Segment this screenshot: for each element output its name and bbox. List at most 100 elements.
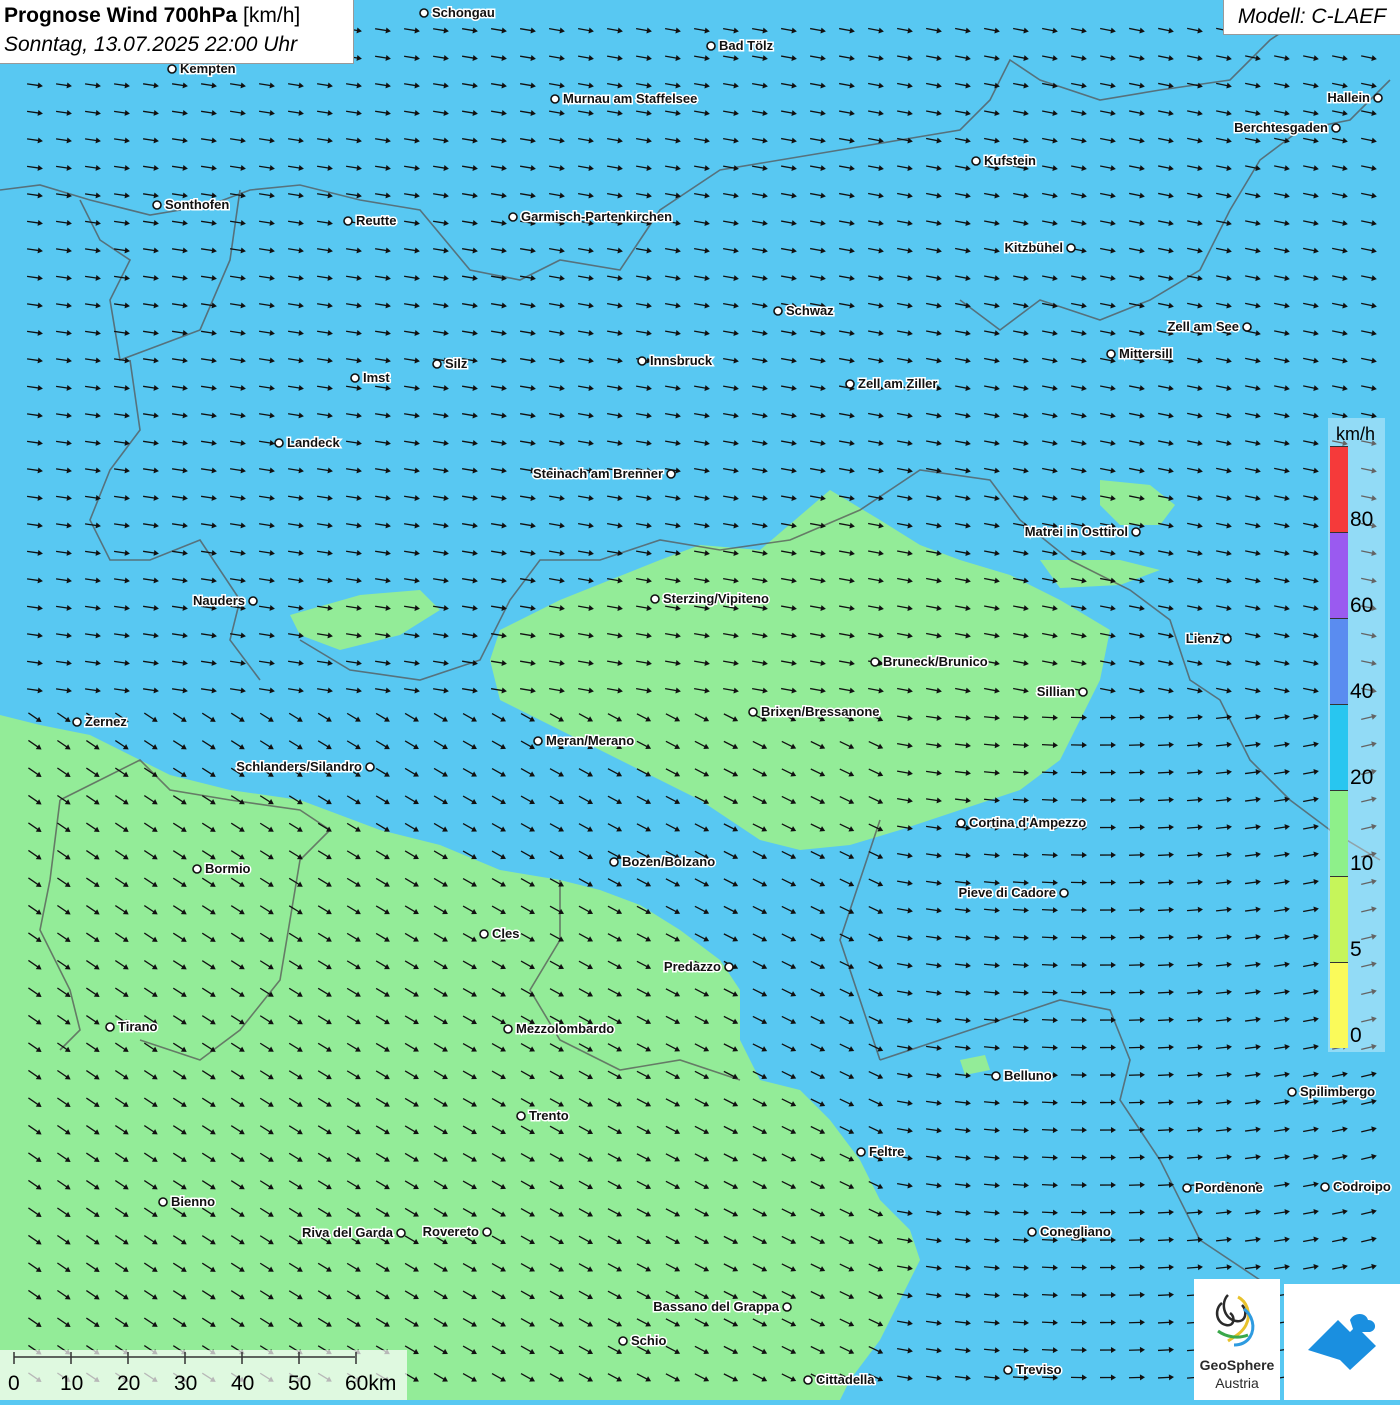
map-title: Prognose Wind 700hPa [km/h] — [4, 4, 300, 28]
city-marker — [651, 595, 659, 603]
city-marker — [397, 1229, 405, 1237]
city-label: Pieve di Cadore — [958, 885, 1056, 900]
city-label: Schio — [631, 1333, 666, 1348]
city-marker — [551, 95, 559, 103]
city-conegliano: Conegliano — [1028, 1224, 1111, 1239]
city-marker — [846, 380, 854, 388]
mountain-cloud-icon — [1284, 1284, 1400, 1400]
city-marker — [1243, 323, 1251, 331]
city-label: Bruneck/Brunico — [883, 654, 988, 669]
model-label: Modell: C-LAEF — [1223, 0, 1400, 35]
city-label: Belluno — [1004, 1068, 1052, 1083]
city-label: Zernez — [85, 714, 127, 729]
city-marker — [534, 737, 542, 745]
city-label: Feltre — [869, 1144, 904, 1159]
legend-tick-label: 60 — [1350, 594, 1373, 618]
legend-tick-label: 5 — [1350, 938, 1362, 962]
city-berchtesgaden: Berchtesgaden — [1234, 120, 1340, 135]
legend-band — [1330, 962, 1348, 1048]
city-marker — [275, 439, 283, 447]
city-marker — [667, 470, 675, 478]
city-label: Meran/Merano — [546, 733, 634, 748]
city-label: Bad Tölz — [719, 38, 774, 53]
city-schlanders-silandro: Schlanders/Silandro — [236, 759, 374, 774]
city-bruneck-brunico: Bruneck/Brunico — [871, 654, 988, 669]
legend-tick-label: 10 — [1350, 852, 1373, 876]
city-zell-am-see: Zell am See — [1167, 319, 1251, 334]
city-marker — [972, 157, 980, 165]
city-marker — [749, 708, 757, 716]
weather-app-logo — [1284, 1284, 1400, 1400]
legend-band — [1330, 876, 1348, 962]
wind-map: SchongauKemptenBad TölzMurnau am Staffel… — [0, 0, 1400, 1400]
city-marker — [957, 819, 965, 827]
city-label: Trento — [529, 1108, 569, 1123]
city-label: Silz — [445, 356, 468, 371]
city-marker — [1332, 124, 1340, 132]
city-marker — [725, 963, 733, 971]
city-marker — [1374, 94, 1382, 102]
city-label: Cittadella — [816, 1372, 875, 1387]
city-label: Lienz — [1186, 631, 1220, 646]
scale-label: 20 — [117, 1372, 140, 1396]
city-label: Codroipo — [1333, 1179, 1391, 1194]
city-schongau: Schongau — [420, 5, 495, 20]
city-marker — [871, 658, 879, 666]
city-garmisch-partenkirchen: Garmisch-Partenkirchen — [509, 209, 672, 224]
city-marker — [1288, 1088, 1296, 1096]
city-marker — [1223, 635, 1231, 643]
geosphere-logo-line1: GeoSphere — [1194, 1357, 1280, 1373]
city-label: Bassano del Grappa — [653, 1299, 779, 1314]
forecast-datetime: Sonntag, 13.07.2025 22:00 Uhr — [4, 33, 297, 57]
city-marker — [517, 1112, 525, 1120]
city-riva-del-garda: Riva del Garda — [302, 1225, 405, 1240]
city-marker — [857, 1148, 865, 1156]
city-label: Berchtesgaden — [1234, 120, 1328, 135]
city-label: Kufstein — [984, 153, 1036, 168]
scale-label: 40 — [231, 1372, 254, 1396]
city-marker — [1004, 1366, 1012, 1374]
city-marker — [366, 763, 374, 771]
city-meran-merano: Meran/Merano — [534, 733, 634, 748]
city-marker — [1079, 688, 1087, 696]
city-pordenone: Pordenone — [1183, 1180, 1263, 1195]
city-marker — [483, 1228, 491, 1236]
legend-unit: km/h — [1336, 424, 1375, 445]
city-label: Spilimbergo — [1300, 1084, 1375, 1099]
city-marker — [249, 597, 257, 605]
city-marker — [168, 65, 176, 73]
city-label: Conegliano — [1040, 1224, 1111, 1239]
city-label: Bienno — [171, 1194, 215, 1209]
city-marker — [1183, 1184, 1191, 1192]
city-label: Imst — [363, 370, 390, 385]
city-label: Matrei in Osttirol — [1025, 524, 1128, 539]
city-pieve-di-cadore: Pieve di Cadore — [958, 885, 1068, 900]
city-marker — [783, 1303, 791, 1311]
city-marker — [509, 213, 517, 221]
city-label: Landeck — [287, 435, 341, 450]
city-spilimbergo: Spilimbergo — [1288, 1084, 1375, 1099]
city-label: Riva del Garda — [302, 1225, 394, 1240]
city-marker — [1132, 528, 1140, 536]
city-label: Nauders — [193, 593, 245, 608]
city-mezzolombardo: Mezzolombardo — [504, 1021, 614, 1036]
city-marker — [1060, 889, 1068, 897]
city-marker — [1321, 1183, 1329, 1191]
city-marker — [153, 201, 161, 209]
scale-label: 60km — [345, 1372, 396, 1396]
city-label: Hallein — [1327, 90, 1370, 105]
city-label: Sonthofen — [165, 197, 229, 212]
city-label: Bormio — [205, 861, 251, 876]
title-box: Prognose Wind 700hPa [km/h] Sonntag, 13.… — [0, 0, 354, 64]
city-marker — [344, 217, 352, 225]
city-sterzing-vipiteno: Sterzing/Vipiteno — [651, 591, 769, 606]
legend-tick-label: 80 — [1350, 508, 1373, 532]
city-label: Schwaz — [786, 303, 834, 318]
city-marker — [1107, 350, 1115, 358]
city-label: Bozen/Bolzano — [622, 854, 715, 869]
city-label: Pordenone — [1195, 1180, 1263, 1195]
city-bassano-del-grappa: Bassano del Grappa — [653, 1299, 791, 1314]
city-marker — [420, 9, 428, 17]
city-matrei-in-osttirol: Matrei in Osttirol — [1025, 524, 1140, 539]
legend-band — [1330, 618, 1348, 704]
